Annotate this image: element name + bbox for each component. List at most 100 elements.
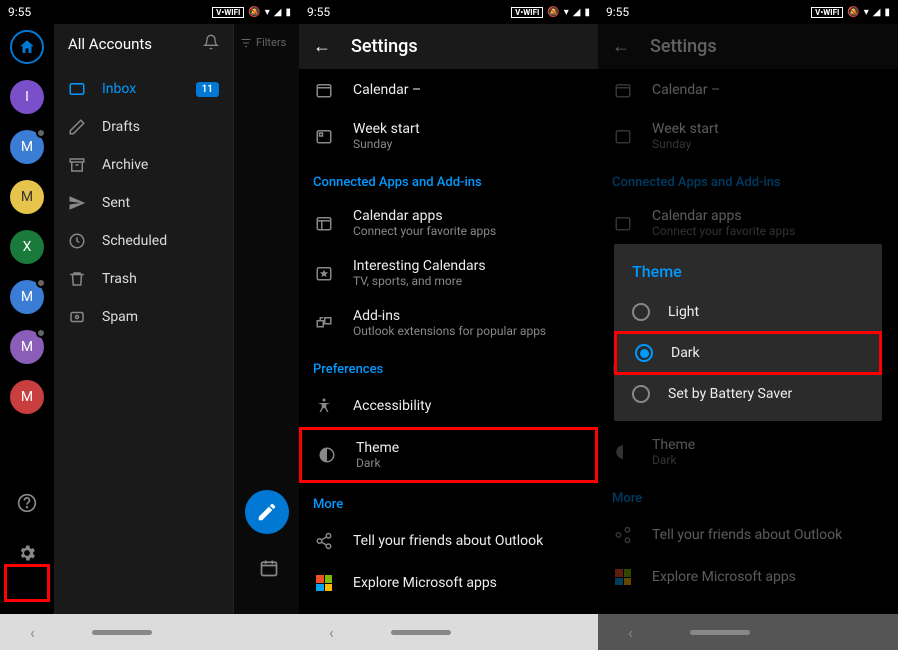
- status-bar: 9:55 V•WIFI 🔕 ▾ ◢ ▮: [299, 0, 598, 24]
- row-title: Tell your friends about Outlook: [652, 527, 884, 543]
- settings-icon[interactable]: [10, 536, 44, 570]
- status-icons: V•WIFI 🔕 ▾ ◢ ▮: [811, 7, 890, 18]
- row-title: Tell your friends about Outlook: [353, 533, 584, 549]
- theme-option-battery[interactable]: Set by Battery Saver: [614, 375, 882, 413]
- calendar-icon: [313, 79, 335, 101]
- account-avatar[interactable]: M: [10, 130, 44, 164]
- row-title: Week start: [353, 121, 584, 137]
- home-avatar[interactable]: [10, 30, 44, 64]
- folder-label: Trash: [102, 271, 137, 287]
- battery-icon: ▮: [285, 7, 291, 18]
- row-calendar[interactable]: Calendar –: [299, 69, 598, 111]
- folder-drawer: All Accounts Inbox 11 Drafts Archive: [54, 24, 233, 614]
- account-avatar[interactable]: M: [10, 380, 44, 414]
- row-weekstart[interactable]: Week startSunday: [598, 111, 898, 161]
- row-sub: Connect your favorite apps: [652, 224, 884, 238]
- share-icon: [313, 530, 335, 552]
- row-tell[interactable]: Tell your friends about Outlook: [598, 514, 898, 556]
- notification-icon[interactable]: [203, 34, 219, 54]
- nav-handle[interactable]: [92, 630, 152, 635]
- row-explore[interactable]: Explore Microsoft apps: [299, 562, 598, 604]
- share-icon: [612, 524, 634, 546]
- help-icon[interactable]: [10, 486, 44, 520]
- row-sub: TV, sports, and more: [353, 274, 584, 288]
- nav-back[interactable]: ‹: [329, 623, 334, 642]
- row-calendar[interactable]: Calendar –: [598, 69, 898, 111]
- section-preferences: Preferences: [299, 348, 598, 385]
- row-explore[interactable]: Explore Microsoft apps: [598, 556, 898, 598]
- back-arrow-icon[interactable]: ←: [313, 36, 331, 57]
- row-calapps[interactable]: Calendar appsConnect your favorite apps: [598, 198, 898, 248]
- settings-header: ← Settings: [299, 24, 598, 69]
- section-connected: Connected Apps and Add-ins: [299, 161, 598, 198]
- folder-drafts[interactable]: Drafts: [54, 108, 233, 146]
- folder-label: Scheduled: [102, 233, 167, 249]
- account-avatar[interactable]: X: [10, 230, 44, 264]
- row-interesting[interactable]: Interesting CalendarsTV, sports, and mor…: [299, 248, 598, 298]
- account-avatar[interactable]: M: [10, 330, 44, 364]
- radio-icon: [632, 385, 650, 403]
- addins-icon: [313, 312, 335, 334]
- theme-option-dark[interactable]: Dark: [614, 331, 882, 375]
- row-title: Explore Microsoft apps: [353, 575, 584, 591]
- folder-spam[interactable]: Spam: [54, 298, 233, 336]
- account-avatar[interactable]: M: [10, 280, 44, 314]
- section-more: More: [598, 477, 898, 514]
- row-theme[interactable]: ThemeDark: [299, 427, 598, 483]
- unread-badge: 11: [196, 82, 219, 97]
- folder-label: Spam: [102, 309, 138, 325]
- row-title: Add-ins: [353, 308, 584, 324]
- account-avatar[interactable]: I: [10, 80, 44, 114]
- row-title: Interesting Calendars: [353, 258, 584, 274]
- clock-icon: [68, 232, 86, 250]
- folder-label: Sent: [102, 195, 130, 211]
- theme-icon: [612, 441, 634, 463]
- nav-back[interactable]: ‹: [628, 623, 633, 642]
- account-avatar[interactable]: M: [10, 180, 44, 214]
- calendar-icon[interactable]: [259, 558, 279, 582]
- theme-dialog: Theme Light Dark Set by Battery Saver: [614, 244, 882, 421]
- wifi-icon: ▾: [265, 7, 270, 18]
- folder-sent[interactable]: Sent: [54, 184, 233, 222]
- status-icons: V•WIFI 🔕 ▾ ◢ ▮: [511, 7, 590, 18]
- row-title: Calendar apps: [652, 208, 884, 224]
- microsoft-icon: [612, 566, 634, 588]
- week-icon: [612, 125, 634, 147]
- apps-icon: [612, 212, 634, 234]
- row-weekstart[interactable]: Week startSunday: [299, 111, 598, 161]
- microsoft-icon: [313, 572, 335, 594]
- folder-archive[interactable]: Archive: [54, 146, 233, 184]
- battery-icon: ▮: [884, 7, 890, 18]
- folder-scheduled[interactable]: Scheduled: [54, 222, 233, 260]
- row-tell[interactable]: Tell your friends about Outlook: [299, 520, 598, 562]
- folder-label: Archive: [102, 157, 148, 173]
- row-addins[interactable]: Add-insOutlook extensions for popular ap…: [299, 298, 598, 348]
- wifi-label: V•WIFI: [212, 7, 244, 18]
- nav-back[interactable]: ‹: [30, 623, 35, 642]
- nav-handle[interactable]: [690, 630, 750, 635]
- folder-trash[interactable]: Trash: [54, 260, 233, 298]
- theme-option-light[interactable]: Light: [614, 293, 882, 331]
- filters-label[interactable]: Filters: [256, 36, 286, 49]
- row-title: Week start: [652, 121, 884, 137]
- row-accessibility[interactable]: Accessibility: [299, 385, 598, 427]
- row-sub: Connect your favorite apps: [353, 224, 584, 238]
- nav-handle[interactable]: [391, 630, 451, 635]
- account-rail: I M M X M M M: [0, 24, 54, 614]
- back-arrow-icon[interactable]: ←: [612, 36, 630, 57]
- folder-inbox[interactable]: Inbox 11: [54, 70, 233, 108]
- row-theme[interactable]: ThemeDark: [598, 427, 898, 477]
- option-label: Set by Battery Saver: [668, 386, 792, 402]
- battery-icon: ▮: [584, 7, 590, 18]
- trash-icon: [68, 270, 86, 288]
- settings-title: Settings: [351, 36, 418, 57]
- compose-fab[interactable]: [245, 490, 289, 534]
- option-label: Dark: [671, 345, 700, 361]
- row-sub: Dark: [652, 453, 884, 467]
- row-title: Calendar –: [652, 82, 720, 98]
- redacted: [425, 85, 485, 95]
- status-bar: 9:55 V•WIFI 🔕 ▾ ◢ ▮: [0, 0, 299, 24]
- row-calapps[interactable]: Calendar appsConnect your favorite apps: [299, 198, 598, 248]
- row-title: Calendar –: [353, 82, 421, 98]
- row-sub: Outlook extensions for popular apps: [353, 324, 584, 338]
